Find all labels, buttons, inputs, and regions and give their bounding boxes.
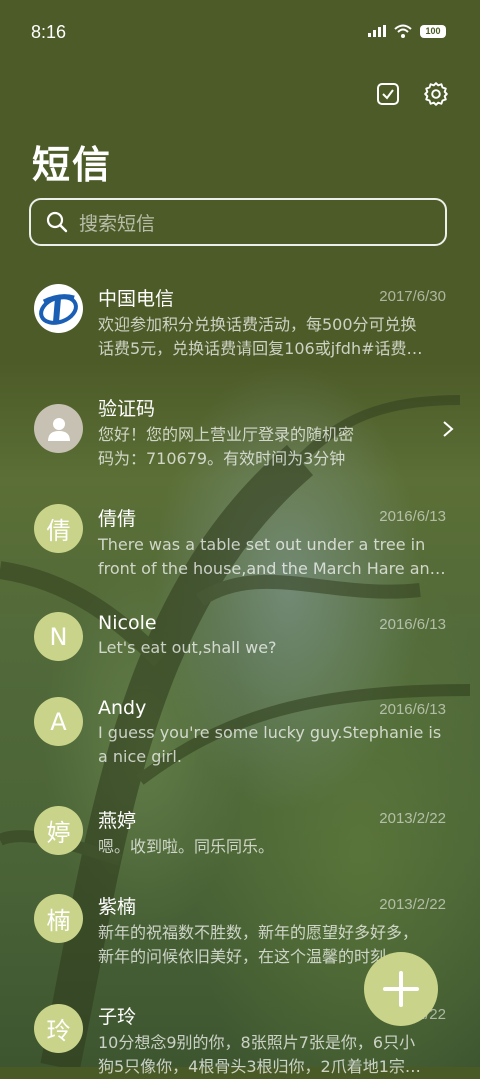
message-preview: 您好！您的网上营业厅登录的随机密 码为：710679。有效时间为3分钟 [98, 425, 355, 468]
message-date: 2016/6/13 [379, 616, 446, 633]
message-preview: 10分想念9别的你，8张照片7张是你，6只小 狗5只像你，4根骨头3根归你，2爪… [98, 1033, 421, 1076]
conversation-item[interactable]: 中国电信 2017/6/30 欢迎参加积分兑换话费活动，每500分可兑换 话费5… [0, 272, 480, 382]
avatar: N [34, 612, 83, 661]
status-time: 8:16 [31, 22, 67, 42]
gear-icon [424, 82, 448, 106]
edit-select-button[interactable] [374, 80, 402, 108]
message-preview: 欢迎参加积分兑换话费活动，每500分可兑换 话费5元，兑换话费请回复106或jf… [98, 315, 423, 358]
message-preview: I guess you're some lucky guy.Stephanie … [98, 723, 442, 766]
status-bar: 8:16 100 [0, 0, 480, 66]
message-date: 2016/6/13 [379, 701, 446, 718]
person-icon [47, 417, 70, 441]
conversation-item[interactable]: N Nicole 2016/6/13 Let's eat out,shall w… [0, 612, 480, 672]
message-date: 2013/2/22 [379, 896, 446, 913]
conversation-item[interactable]: A Andy 2016/6/13 I guess you're some luc… [0, 697, 480, 777]
search-input[interactable]: 搜索短信 [29, 198, 447, 246]
avatar: 玲 [34, 1004, 83, 1053]
checkbox-icon [377, 83, 399, 105]
telecom-logo-avatar [34, 284, 83, 333]
conversation-item[interactable]: 婷 燕婷 2013/2/22 嗯。收到啦。同乐同乐。 [0, 806, 480, 866]
china-telecom-logo [34, 284, 83, 333]
search-icon [46, 211, 68, 233]
avatar: A [34, 697, 83, 746]
signal-icon [368, 25, 386, 37]
message-date: 2016/6/13 [379, 508, 446, 525]
avatar: 楠 [34, 894, 83, 943]
conversation-item[interactable]: 倩 倩倩 2016/6/13 There was a table set out… [0, 502, 480, 582]
message-preview: There was a table set out under a tree i… [98, 535, 446, 578]
plus-icon [383, 971, 419, 1007]
wifi-icon [394, 24, 412, 38]
avatar: 婷 [34, 806, 83, 855]
battery-icon: 100 [420, 24, 446, 38]
message-preview: Let's eat out,shall we? [98, 638, 277, 657]
avatar [34, 404, 83, 453]
message-date: 2017/6/30 [379, 288, 446, 305]
page-title: 短信 [32, 143, 113, 187]
message-preview: 嗯。收到啦。同乐同乐。 [98, 837, 275, 856]
search-placeholder: 搜索短信 [79, 212, 156, 235]
avatar: 倩 [34, 504, 83, 553]
settings-button[interactable] [422, 80, 450, 108]
new-message-button[interactable] [364, 952, 438, 1026]
conversation-item[interactable]: 验证码 您好！您的网上营业厅登录的随机密 码为：710679。有效时间为3分钟 [0, 392, 480, 472]
message-date: 2013/2/22 [379, 810, 446, 827]
chevron-right-icon [443, 421, 454, 437]
contact-name: 验证码 [98, 398, 156, 420]
